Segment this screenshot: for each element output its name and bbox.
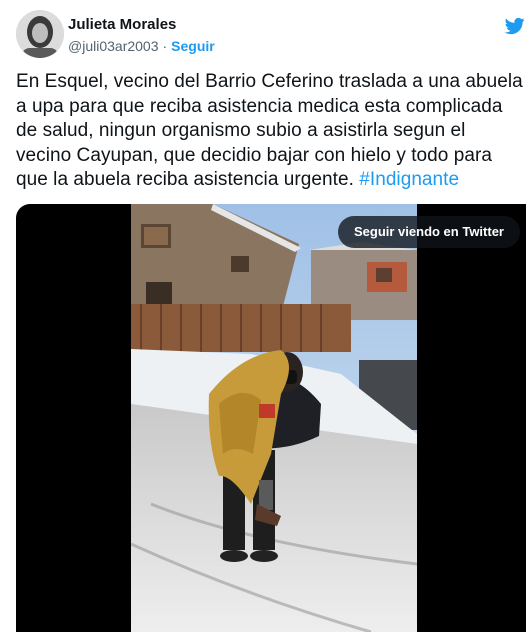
follow-button[interactable]: Seguir — [171, 38, 215, 54]
author-handle[interactable]: @juli03ar2003 — [68, 38, 159, 54]
video-thumbnail[interactable] — [131, 204, 417, 632]
hashtag-link[interactable]: #Indignante — [359, 169, 459, 190]
separator-dot: · — [162, 38, 168, 54]
keep-watching-on-twitter-button[interactable]: Seguir viendo en Twitter — [337, 216, 520, 248]
tweet-header: Julieta Morales @juli03ar2003 · Seguir — [16, 10, 526, 62]
author-display-name[interactable]: Julieta Morales — [68, 16, 215, 34]
video-player[interactable]: Seguir viendo en Twitter — [16, 204, 526, 632]
twitter-bird-icon[interactable] — [504, 16, 526, 36]
avatar[interactable] — [16, 10, 64, 58]
tweet-body: En Esquel, vecino del Barrio Ceferino tr… — [16, 70, 524, 193]
